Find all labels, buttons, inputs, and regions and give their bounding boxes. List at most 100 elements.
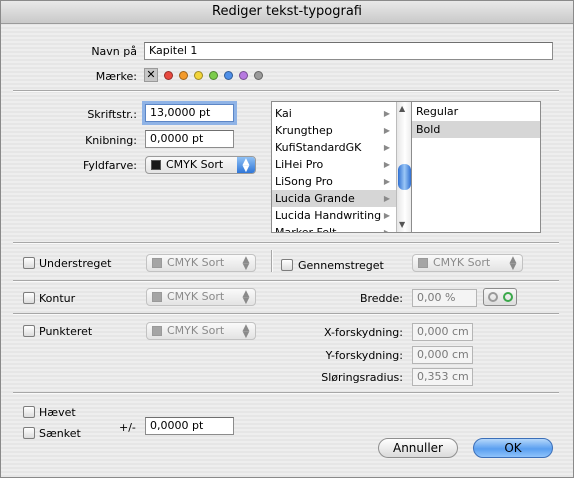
ok-button[interactable]: OK [473, 438, 553, 458]
dotted-color-popup[interactable]: CMYK Sort ▲ ▼ [146, 322, 256, 340]
subscript-checkbox[interactable] [23, 427, 35, 439]
font-list-item[interactable]: LiHei Pro ▶ [272, 156, 396, 173]
font-size-field[interactable]: 13,0000 pt [145, 104, 234, 122]
color-dot-icon[interactable] [179, 71, 188, 80]
dotted-color-value: CMYK Sort [167, 324, 225, 337]
outline-label: Kontur [39, 292, 76, 305]
fill-color-label: Fyldfarve: [83, 159, 137, 172]
scroll-down-icon[interactable]: ▼ [399, 220, 405, 229]
divider [13, 280, 559, 282]
name-label: Navn på [91, 45, 137, 58]
fill-color-popup[interactable]: CMYK Sort ▲ ▼ [145, 156, 256, 174]
kerning-label: Knibning: [85, 134, 137, 147]
font-list-item-label: Lucida Grande [275, 192, 355, 205]
font-list-item-label: Krungthep [275, 124, 333, 137]
color-dot-icon[interactable] [254, 71, 263, 80]
baseline-shift-field[interactable]: 0,0000 pt [145, 417, 234, 435]
strikethrough-color-value: CMYK Sort [433, 256, 491, 269]
underline-color-popup[interactable]: CMYK Sort ▲ ▼ [146, 254, 256, 272]
font-list-item[interactable]: KufiStandardGK ▶ [272, 139, 396, 156]
divider [13, 392, 559, 394]
font-list-item[interactable]: Krungthep ▶ [272, 122, 396, 139]
chevron-right-icon: ▶ [383, 143, 390, 152]
chevron-down-icon: ▼ [509, 262, 517, 272]
blur-radius-field[interactable]: 0,353 cm [412, 368, 473, 386]
strikethrough-checkbox[interactable] [281, 259, 293, 271]
color-swatch [152, 326, 162, 336]
outline-width-label: Bredde: [359, 292, 403, 305]
ring-grey-icon [488, 292, 498, 302]
kerning-field[interactable]: 0,0000 pt [145, 130, 234, 148]
color-dot-icon[interactable] [164, 71, 173, 80]
font-list-item[interactable]: Lucida Grande ▶ [272, 190, 396, 207]
color-dot-icon[interactable] [239, 71, 248, 80]
font-list-item-label: Marker Felt [275, 226, 337, 233]
x-offset-label: X-forskydning: [324, 326, 403, 339]
strikethrough-label: Gennemstreget [298, 259, 384, 272]
font-list-item-label: LiSong Pro [275, 175, 333, 188]
mark-color-dots [164, 71, 274, 81]
color-dot-icon[interactable] [209, 71, 218, 80]
scroll-thumb[interactable] [398, 164, 411, 190]
y-offset-field[interactable]: 0,000 cm [412, 346, 473, 364]
blur-radius-label: Sløringsradius: [321, 371, 403, 384]
style-list-item[interactable]: Bold [412, 121, 540, 138]
underline-color-value: CMYK Sort [167, 256, 225, 269]
outline-color-value: CMYK Sort [167, 290, 225, 303]
color-swatch [152, 258, 162, 268]
outline-color-popup[interactable]: CMYK Sort ▲ ▼ [146, 288, 256, 306]
divider [13, 242, 559, 244]
font-list-item[interactable]: Marker Felt ▶ [272, 224, 396, 233]
font-size-label: Skriftstr.: [87, 108, 137, 121]
name-field[interactable]: Kapitel 1 [144, 42, 553, 60]
chevron-down-icon: ▼ [242, 296, 250, 306]
divider [271, 250, 273, 272]
cancel-button[interactable]: Annuller [378, 438, 458, 458]
chevron-right-icon: ▶ [383, 126, 390, 135]
font-list-item-label: Kai [275, 107, 292, 120]
chevron-right-icon: ▶ [383, 211, 390, 220]
ring-green-icon [503, 292, 513, 302]
baseline-shift-label: +/- [119, 421, 136, 434]
color-dot-icon[interactable] [194, 71, 203, 80]
underline-checkbox[interactable] [23, 257, 35, 269]
window-title: Rediger tekst-typografi [212, 4, 362, 19]
font-list-item[interactable]: Lucida Handwriting ▶ [272, 207, 396, 224]
font-list-item[interactable]: LiSong Pro ▶ [272, 173, 396, 190]
dotted-label: Punkteret [39, 325, 93, 338]
strikethrough-color-popup[interactable]: CMYK Sort ▲ ▼ [412, 254, 523, 272]
chevron-down-icon: ▼ [242, 262, 250, 272]
font-list-item-label: KufiStandardGK [275, 141, 362, 154]
color-dot-icon[interactable] [224, 71, 233, 80]
chevron-right-icon: ▶ [383, 194, 390, 203]
outline-checkbox[interactable] [23, 292, 35, 304]
dotted-checkbox[interactable] [23, 325, 35, 337]
font-list-item-label: Lucida Handwriting [275, 209, 382, 222]
chevron-right-icon: ▶ [383, 228, 390, 233]
mark-label: Mærke: [95, 70, 137, 83]
divider [13, 313, 559, 315]
font-list-item[interactable]: Kai ▶ [272, 105, 396, 122]
chevron-right-icon: ▶ [383, 160, 390, 169]
color-swatch [152, 292, 162, 302]
chevron-down-icon: ▼ [242, 330, 250, 340]
scroll-up-icon[interactable]: ▲ [399, 104, 405, 113]
no-mark-icon[interactable]: ✕ [144, 68, 158, 82]
color-swatch [151, 160, 161, 170]
chevron-down-icon: ▼ [242, 164, 250, 174]
outline-style-toggle[interactable] [483, 288, 517, 306]
fill-color-value: CMYK Sort [166, 158, 224, 171]
superscript-checkbox[interactable] [23, 406, 35, 418]
font-style-list[interactable]: Regular Bold [411, 101, 541, 233]
color-swatch [418, 258, 428, 268]
title-bar: Rediger tekst-typografi [1, 1, 573, 24]
underline-label: Understreget [39, 257, 112, 270]
chevron-right-icon: ▶ [383, 177, 390, 186]
dialog-window: Rediger tekst-typografi Navn på Kapitel … [0, 0, 574, 478]
outline-width-field[interactable]: 0,00 % [412, 289, 477, 307]
y-offset-label: Y-forskydning: [325, 349, 403, 362]
subscript-label: Sænket [39, 427, 81, 440]
font-family-list[interactable]: Kai ▶ Krungthep ▶ KufiStandardGK ▶ LiHei Pro ▶ L… [271, 101, 413, 233]
style-list-item[interactable]: Regular [412, 103, 540, 120]
x-offset-field[interactable]: 0,000 cm [412, 323, 473, 341]
